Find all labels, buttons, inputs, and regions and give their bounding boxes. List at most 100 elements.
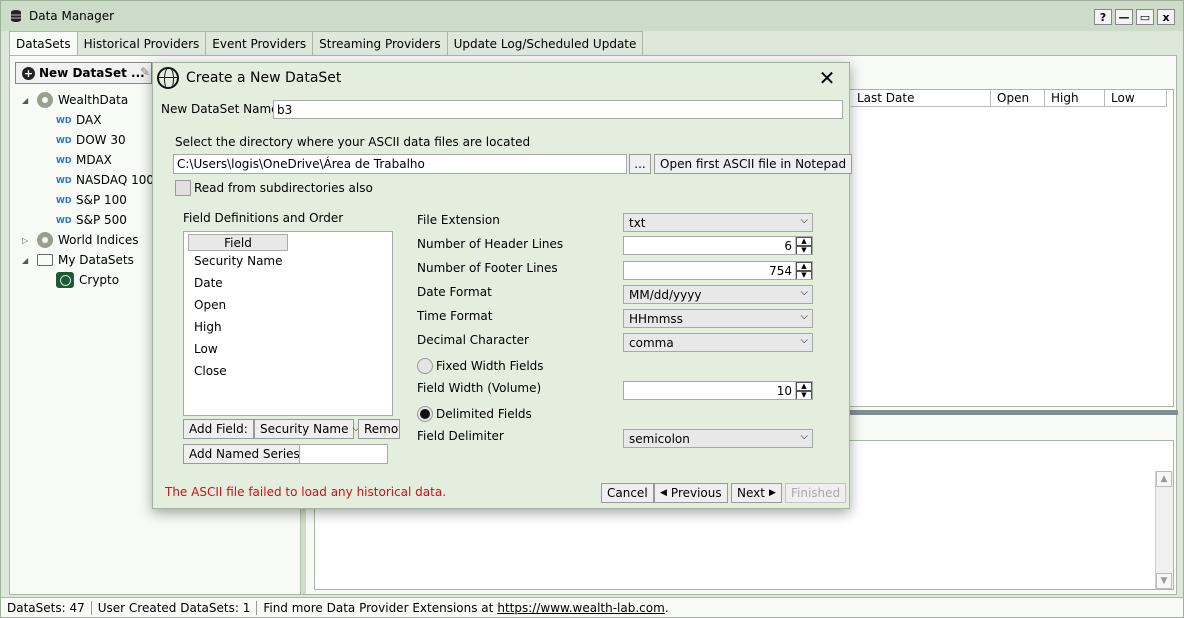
minimize-button[interactable]: —: [1115, 9, 1133, 25]
field-width-stepper[interactable]: ▲ ▼: [795, 382, 812, 399]
previous-label: Previous: [670, 486, 722, 500]
header-lines-input[interactable]: 6 ▲ ▼: [623, 236, 813, 255]
dataset-name-label: New DataSet Name:: [161, 102, 283, 116]
expanded-arrow-icon[interactable]: ◢: [22, 96, 32, 105]
header-lines-stepper[interactable]: ▲ ▼: [795, 237, 812, 254]
up-arrow-icon[interactable]: ▲: [796, 237, 812, 246]
tab-streaming-providers[interactable]: Streaming Providers: [312, 31, 448, 55]
previous-button[interactable]: ◀ Previous: [654, 483, 728, 503]
remove-field-button[interactable]: Remov: [358, 419, 400, 439]
down-arrow-icon[interactable]: ▼: [796, 271, 812, 279]
list-item[interactable]: High: [194, 320, 222, 334]
close-button[interactable]: x: [1157, 9, 1175, 25]
subdirectories-checkbox[interactable]: [175, 180, 191, 196]
tree-label: NASDAQ 100: [76, 173, 154, 187]
tree-item-mdax[interactable]: WD MDAX: [56, 150, 112, 170]
tree-item-crypto[interactable]: Crypto: [56, 270, 119, 290]
tab-update-log[interactable]: Update Log/Scheduled Update: [446, 31, 644, 55]
named-series-input[interactable]: [299, 444, 388, 464]
tree-label: My DataSets: [58, 253, 134, 267]
date-format-select[interactable]: MM/dd/yyyy ⌵: [623, 285, 813, 304]
add-field-button[interactable]: Add Field:: [183, 419, 254, 439]
subdirectories-label: Read from subdirectories also: [194, 181, 373, 195]
browse-button[interactable]: ...: [629, 154, 651, 174]
list-item[interactable]: Security Name: [194, 254, 283, 268]
expanded-arrow-icon[interactable]: ◢: [22, 256, 32, 265]
status-period: .: [664, 600, 669, 615]
col-open[interactable]: Open: [991, 90, 1045, 107]
wd-icon: WD: [56, 155, 72, 165]
wd-icon: WD: [56, 135, 72, 145]
tree-label: S&P 500: [76, 213, 127, 227]
up-arrow-icon[interactable]: ▲: [796, 262, 812, 271]
down-arrow-icon[interactable]: ▼: [796, 391, 812, 399]
list-item[interactable]: Close: [194, 364, 227, 378]
wd-icon: WD: [56, 215, 72, 225]
next-label: Next: [737, 486, 765, 500]
dataset-name-input[interactable]: b3: [273, 100, 843, 119]
chevron-down-icon: ⌵: [800, 215, 808, 226]
tree-item-my-datasets[interactable]: ◢ My DataSets: [22, 250, 134, 270]
chevron-down-icon: ⌵: [800, 335, 808, 346]
help-button[interactable]: ?: [1094, 9, 1112, 25]
col-low[interactable]: Low: [1105, 90, 1167, 107]
footer-lines-input[interactable]: 754 ▲ ▼: [623, 261, 813, 280]
directory-label: Select the directory where your ASCII da…: [175, 135, 531, 149]
field-width-label: Field Width (Volume): [417, 381, 542, 395]
folder-icon: [37, 254, 53, 266]
tree-item-world-indices[interactable]: ▷ World Indices: [22, 230, 139, 250]
tab-datasets[interactable]: DataSets: [9, 31, 78, 55]
tree-item-sp100[interactable]: WD S&P 100: [56, 190, 127, 210]
new-dataset-button[interactable]: + New DataSet ...: [15, 62, 152, 84]
field-column-header[interactable]: Field: [188, 234, 288, 251]
tab-event-providers[interactable]: Event Providers: [205, 31, 314, 55]
cancel-button[interactable]: Cancel: [601, 483, 654, 503]
col-high[interactable]: High: [1045, 90, 1105, 107]
tree-label: WealthData: [58, 93, 129, 107]
chevron-down-icon: ⌵: [800, 311, 808, 322]
vertical-scrollbar[interactable]: ▲ ▼: [1155, 471, 1173, 589]
col-last-date[interactable]: Last Date: [851, 90, 991, 107]
maximize-button[interactable]: ▭: [1136, 9, 1154, 25]
file-extension-select[interactable]: txt ⌵: [623, 213, 813, 232]
collapsed-arrow-icon[interactable]: ▷: [22, 236, 32, 245]
field-delimiter-select[interactable]: semicolon ⌵: [623, 429, 813, 448]
tree-item-dow30[interactable]: WD DOW 30: [56, 130, 126, 150]
grid-header: Last Date Open High Low: [851, 90, 1167, 107]
delimited-radio[interactable]: [417, 406, 433, 422]
list-item[interactable]: Date: [194, 276, 223, 290]
finished-button[interactable]: Finished: [785, 483, 847, 503]
status-datasets-count: DataSets: 47: [1, 600, 92, 615]
field-definitions-list[interactable]: Field Security Name Date Open High Low C…: [183, 231, 393, 416]
tree-item-dax[interactable]: WD DAX: [56, 110, 101, 130]
tree-label: DAX: [76, 113, 102, 127]
list-item[interactable]: Open: [194, 298, 226, 312]
tab-historical-providers[interactable]: Historical Providers: [76, 31, 207, 55]
dialog-close-icon[interactable]: ✕: [817, 66, 837, 90]
fixed-width-radio[interactable]: [417, 358, 433, 374]
field-delimiter-value: semicolon: [629, 431, 690, 446]
window-controls: ? — ▭ x: [1094, 9, 1175, 25]
tree-label: MDAX: [76, 153, 112, 167]
add-named-series-button[interactable]: Add Named Series:: [183, 444, 310, 464]
footer-lines-stepper[interactable]: ▲ ▼: [795, 262, 812, 279]
time-format-select[interactable]: HHmmss ⌵: [623, 309, 813, 328]
list-item[interactable]: Low: [194, 342, 218, 356]
scroll-down-icon[interactable]: ▼: [1156, 573, 1172, 589]
field-width-input[interactable]: 10 ▲ ▼: [623, 381, 813, 400]
add-field-select[interactable]: Security Name ⌵: [254, 419, 359, 439]
scroll-up-icon[interactable]: ▲: [1156, 471, 1172, 487]
wealth-lab-link[interactable]: https://www.wealth-lab.com: [497, 601, 664, 615]
decimal-character-select[interactable]: comma ⌵: [623, 333, 813, 352]
directory-input[interactable]: C:\Users\logis\OneDrive\Área de Trabalho: [173, 154, 627, 174]
gear-icon: [37, 92, 53, 108]
tree-item-nasdaq100[interactable]: WD NASDAQ 100: [56, 170, 154, 190]
next-button[interactable]: Next ▶: [731, 483, 782, 503]
open-notepad-button[interactable]: Open first ASCII file in Notepad: [654, 154, 853, 174]
up-arrow-icon[interactable]: ▲: [796, 382, 812, 391]
delimited-label: Delimited Fields: [436, 407, 532, 421]
tree-item-sp500[interactable]: WD S&P 500: [56, 210, 127, 230]
tree-item-wealthdata[interactable]: ◢ WealthData: [22, 90, 128, 110]
time-format-label: Time Format: [417, 309, 493, 323]
down-arrow-icon[interactable]: ▼: [796, 246, 812, 254]
